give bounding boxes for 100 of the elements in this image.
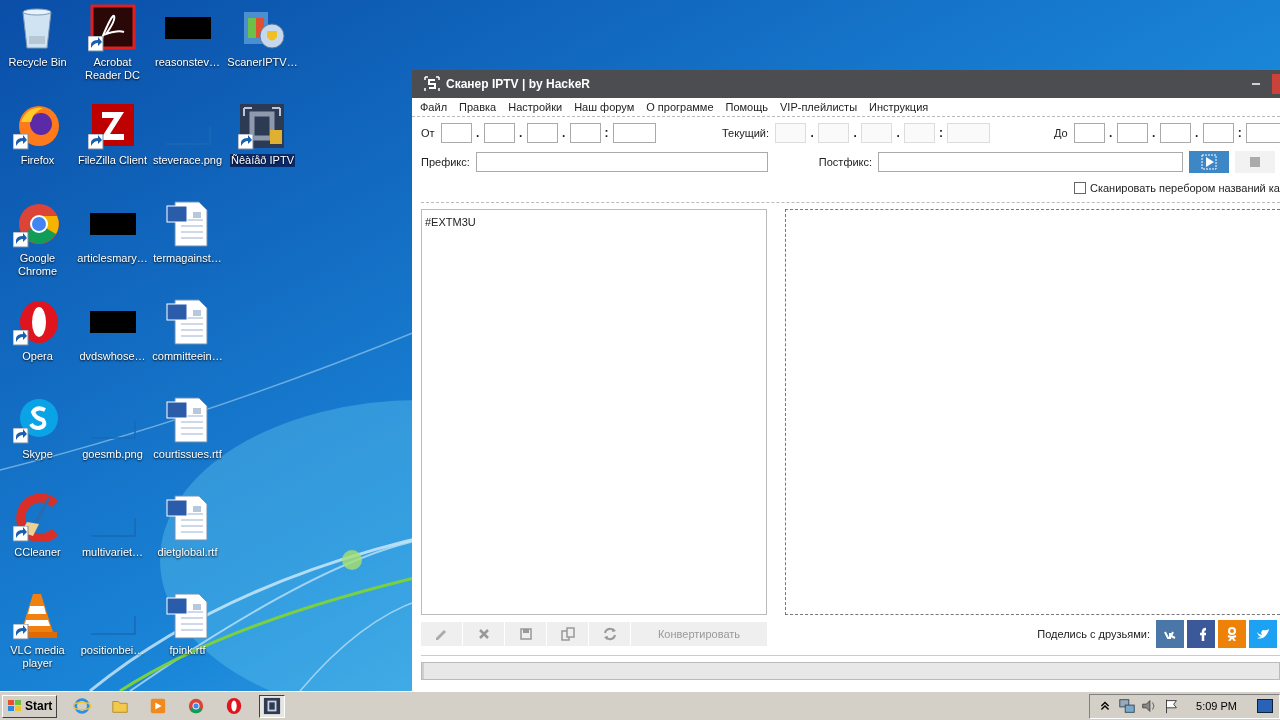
icon-label[interactable]: VLC media player [0, 644, 75, 670]
window-title: Сканер IPTV | by HackeR [446, 77, 590, 91]
icon-label[interactable]: Skype [21, 448, 54, 461]
app-logo-icon [424, 76, 440, 92]
vk-share-button[interactable] [1156, 620, 1184, 648]
edit-button[interactable] [421, 622, 462, 646]
minimize-icon [1251, 82, 1261, 86]
field-label: От [421, 127, 435, 139]
ip-octet-field[interactable] [483, 123, 515, 143]
show-desktop-button[interactable] [1257, 699, 1273, 713]
icon-label[interactable]: Google Chrome [0, 252, 75, 278]
icon-label[interactable]: Opera [21, 350, 54, 363]
separator-text: : [1236, 126, 1243, 140]
icon-label[interactable]: committeein… [151, 350, 224, 363]
stop-icon [1249, 156, 1262, 168]
facebook-share-button[interactable] [1187, 620, 1215, 648]
blank-thumbnail-icon [89, 615, 136, 635]
blank-thumbnail-icon [89, 419, 136, 439]
icon-label[interactable]: termagainst… [152, 252, 223, 265]
port-field[interactable] [1245, 123, 1280, 143]
separator-text: . [809, 126, 815, 140]
ip-octet-field[interactable] [1159, 123, 1191, 143]
playlist-text-area[interactable]: #EXTM3U [421, 209, 767, 615]
checkbox[interactable] [1074, 182, 1086, 194]
separator-text: . [1108, 126, 1114, 140]
postfix-field[interactable] [878, 152, 1184, 172]
separator-text: : [603, 126, 610, 140]
taskbar-button[interactable] [259, 694, 286, 718]
icon-label[interactable]: dvdswhose… [78, 350, 147, 363]
menu-item[interactable]: Наш форум [568, 100, 641, 114]
refresh-button[interactable] [589, 622, 630, 646]
circle-logo-icon [187, 697, 206, 715]
pencil-icon [434, 627, 449, 641]
ip-octet-field[interactable] [526, 123, 558, 143]
icon-label[interactable]: Ñêàíåð IPTV [230, 154, 295, 167]
network-icon [1118, 697, 1137, 715]
field-label: Текущий: [722, 127, 770, 139]
menu-item[interactable]: Правка [453, 100, 503, 114]
prefix-field[interactable] [475, 152, 768, 172]
play-icon [1201, 154, 1218, 170]
field-label: Постфикс: [818, 156, 873, 168]
separator-text: : [938, 126, 945, 140]
icon-label[interactable]: positionbei… [79, 644, 146, 657]
play-button[interactable] [1189, 151, 1230, 173]
close-icon [476, 627, 491, 641]
ring-icon [225, 697, 244, 715]
start-button[interactable]: Start [2, 694, 58, 718]
icon-label[interactable]: Firefox [19, 154, 56, 167]
port-field[interactable] [612, 123, 656, 143]
menu-item[interactable]: Инструкция [863, 100, 935, 114]
ip-octet-field[interactable] [1202, 123, 1234, 143]
copy-button[interactable] [547, 622, 588, 646]
icon-label[interactable]: CCleaner [13, 546, 62, 559]
field-label: До [1054, 127, 1068, 139]
separator-text: . [517, 126, 524, 140]
share-label: Поделись с друзьями: [1037, 628, 1150, 640]
separator-text: . [474, 126, 481, 140]
redacted-thumbnail-icon [89, 213, 136, 235]
bird-share-button[interactable] [1249, 620, 1277, 648]
icon-label[interactable]: Recycle Bin [7, 56, 68, 69]
icon-label[interactable]: Acrobat Reader DC [75, 56, 150, 82]
icon-label[interactable]: courtissues.rtf [152, 448, 223, 461]
menu-item[interactable]: Помощь [719, 100, 774, 114]
ip-octet-field[interactable] [1116, 123, 1148, 143]
menu-item[interactable]: VIP-плейлисты [774, 100, 864, 114]
icon-label[interactable]: goesmb.png [81, 448, 144, 461]
icon-label[interactable]: steverace.png [151, 154, 224, 167]
windows-flag-icon [7, 699, 23, 713]
icon-label[interactable]: reasonstev… [154, 56, 221, 69]
delete-button[interactable] [463, 622, 504, 646]
scanner-frame-icon [263, 697, 282, 715]
copy-icon [560, 627, 575, 641]
social-logo-icon [1225, 627, 1239, 641]
save-button[interactable] [505, 622, 546, 646]
ip-octet-field[interactable] [440, 123, 472, 143]
separator-text: . [560, 126, 567, 140]
icon-label[interactable]: multivariet… [80, 546, 145, 559]
save-icon [518, 627, 533, 641]
ip-octet-field[interactable] [1073, 123, 1105, 143]
ip-octet-field[interactable] [569, 123, 601, 143]
redacted-thumbnail-icon [164, 17, 211, 39]
separator-text: . [1194, 126, 1200, 140]
checkbox-label: Сканировать перебором названий ка [1090, 182, 1280, 194]
separator-text: . [895, 126, 901, 140]
clock: 5:09 PM [1196, 700, 1237, 712]
menu-item[interactable]: Настройки [502, 100, 569, 114]
icon-label[interactable]: FileZilla Client [76, 154, 149, 167]
icon-label[interactable]: ScanerIPTV… [226, 56, 299, 69]
play-tile-icon [149, 697, 168, 715]
refresh-icon [602, 627, 617, 641]
icon-label[interactable]: articlesmary… [76, 252, 149, 265]
menu-item[interactable]: Файл [414, 100, 454, 114]
blank-thumbnail-icon [89, 517, 136, 537]
field-label: Префикс: [421, 156, 470, 168]
menu-item[interactable]: О программе [640, 100, 720, 114]
separator-text: . [852, 126, 858, 140]
redacted-thumbnail-icon [89, 311, 136, 333]
social-logo-icon [1256, 627, 1270, 641]
separator-text: . [1151, 126, 1157, 140]
globe-e-icon [73, 697, 92, 715]
